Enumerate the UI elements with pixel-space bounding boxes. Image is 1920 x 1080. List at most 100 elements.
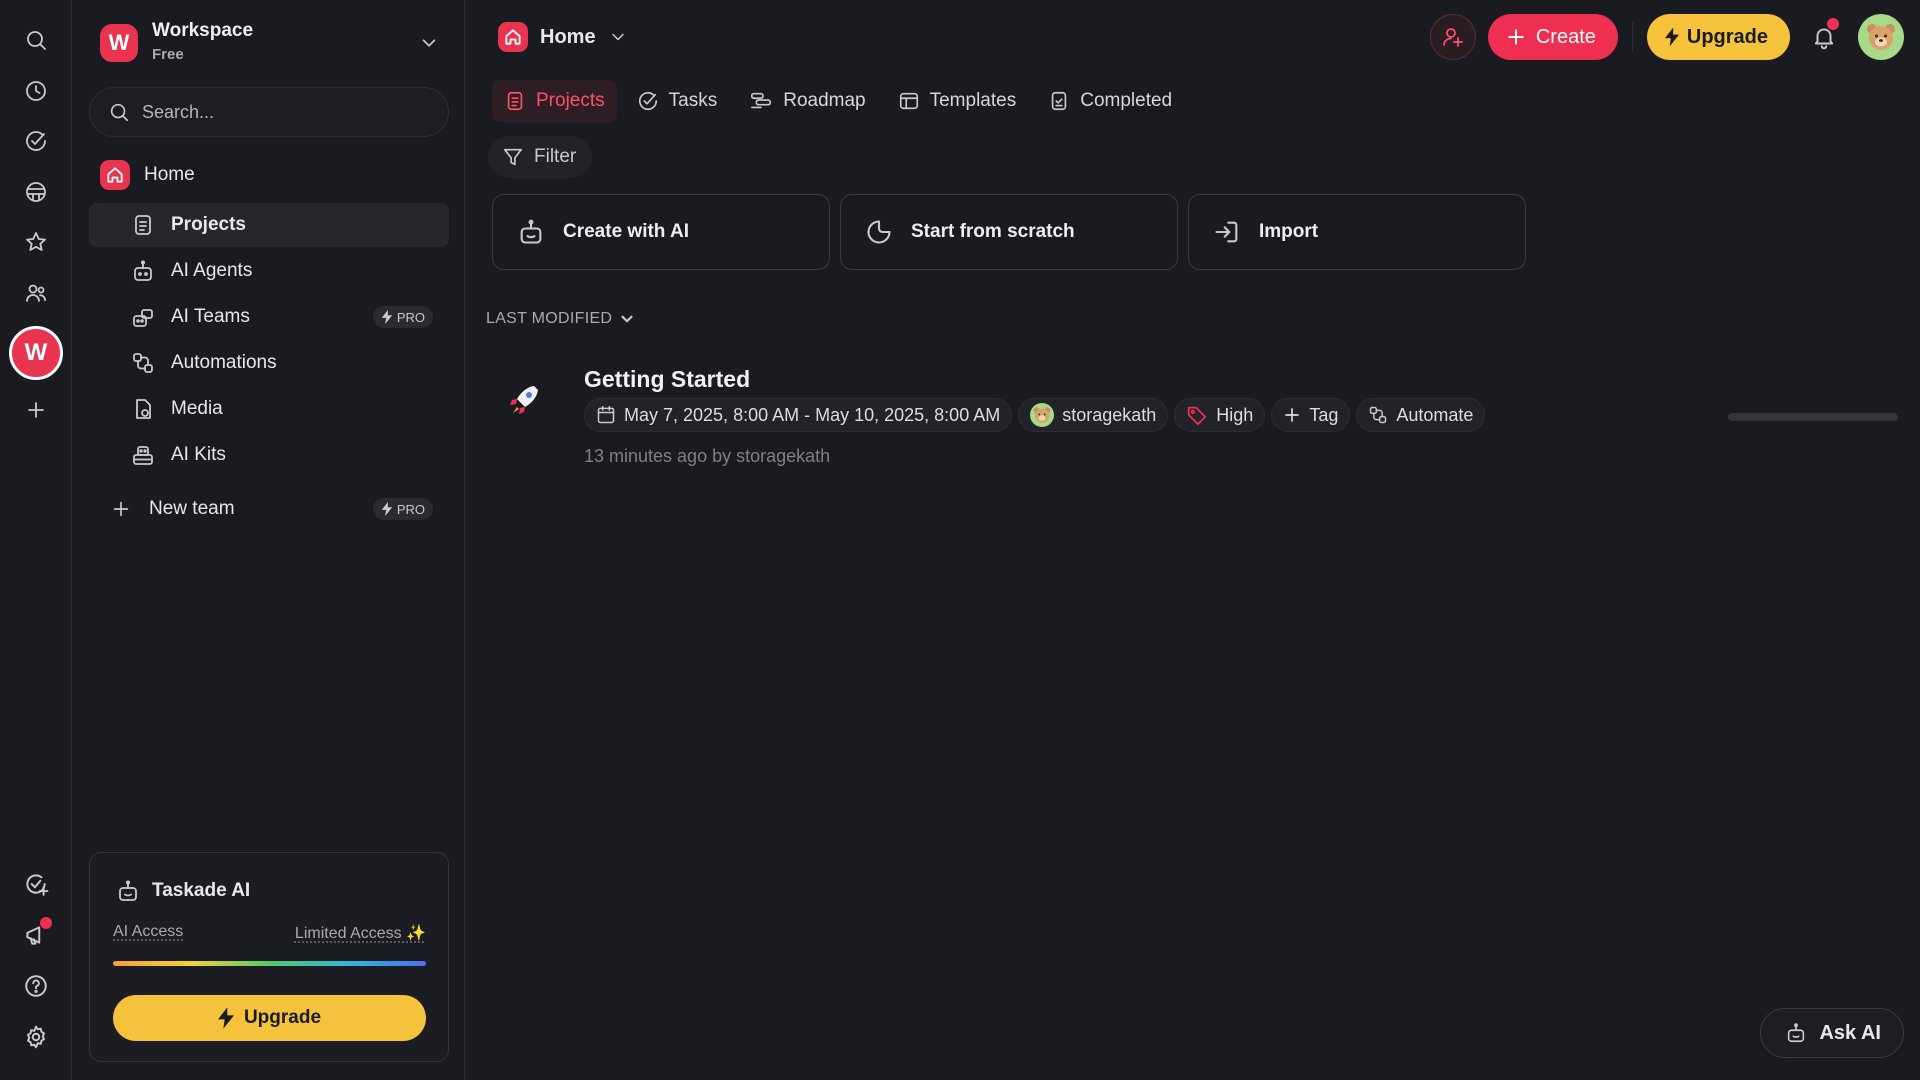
- add-workspace-icon[interactable]: [16, 390, 56, 430]
- project-row[interactable]: Getting Started May 7, 2025, 8:00 AM - M…: [488, 350, 1898, 480]
- filter-label: Filter: [534, 146, 577, 167]
- star-icon[interactable]: [16, 222, 56, 262]
- tab-label: Tasks: [668, 90, 718, 111]
- filter-icon: [503, 148, 523, 166]
- workspace-name: Workspace: [152, 20, 254, 41]
- automation-icon: [1370, 406, 1387, 424]
- media-icon: [129, 395, 157, 423]
- sidebar-item-ai-kits[interactable]: AI Kits: [89, 433, 449, 477]
- chevron-down-icon: [621, 315, 633, 323]
- date-range-label: May 7, 2025, 8:00 AM - May 10, 2025, 8:0…: [624, 404, 1001, 425]
- add-task-icon[interactable]: [16, 864, 56, 904]
- pro-badge-label: PRO: [396, 309, 425, 325]
- sidebar-item-media[interactable]: Media: [89, 387, 449, 431]
- action-label: Create with AI: [563, 221, 689, 242]
- sidebar-item-home[interactable]: Home: [100, 153, 449, 197]
- main-content: Home Create Upgrade Projects Tasks Roadm…: [466, 0, 1920, 1080]
- ai-card-title: Taskade AI: [116, 879, 250, 903]
- kit-icon: [129, 441, 157, 469]
- create-button[interactable]: Create: [1487, 14, 1618, 60]
- lightning-icon: [1664, 27, 1679, 47]
- sidebar-item-automations[interactable]: Automations: [89, 341, 449, 385]
- tab-tasks[interactable]: Tasks: [625, 80, 730, 122]
- sort-dropdown[interactable]: LAST MODIFIED: [486, 310, 636, 328]
- notification-dot: [40, 917, 52, 929]
- search-input[interactable]: [142, 101, 422, 123]
- start-from-scratch-card[interactable]: Start from scratch: [840, 194, 1178, 270]
- workspace-logo-initial: W: [108, 30, 130, 55]
- invite-member-button[interactable]: [1429, 14, 1476, 60]
- template-icon: [899, 92, 918, 110]
- automation-icon: [129, 349, 157, 377]
- help-icon[interactable]: [16, 966, 56, 1006]
- megaphone-icon[interactable]: [16, 915, 56, 955]
- pro-badge-label: PRO: [396, 501, 425, 517]
- search-box[interactable]: [89, 87, 449, 137]
- clock-icon[interactable]: [16, 71, 56, 111]
- settings-icon[interactable]: [16, 1017, 56, 1057]
- robot-icon: [520, 219, 542, 244]
- new-team-button[interactable]: New team PRO: [89, 487, 449, 531]
- tab-roadmap[interactable]: Roadmap: [737, 80, 877, 122]
- priority-chip[interactable]: High: [1174, 398, 1266, 432]
- tag-icon: [1188, 406, 1207, 426]
- sidebar-item-projects[interactable]: Projects: [89, 203, 449, 247]
- header-actions: Create Upgrade: [1429, 14, 1904, 60]
- robot-icon: [129, 257, 157, 285]
- tag-label: Tag: [1309, 404, 1339, 425]
- project-meta: 13 minutes ago by storagekath: [584, 446, 831, 466]
- workspace-switcher[interactable]: W Workspace Free: [100, 18, 440, 68]
- workspace-initial: W: [24, 339, 48, 366]
- plus-icon: [1508, 29, 1524, 45]
- user-avatar[interactable]: [1858, 14, 1904, 60]
- upgrade-label: Upgrade: [243, 1007, 322, 1028]
- date-range-chip[interactable]: May 7, 2025, 8:00 AM - May 10, 2025, 8:0…: [584, 398, 1013, 432]
- calendar-icon[interactable]: [16, 172, 56, 212]
- assignee-chip[interactable]: storagekath: [1018, 398, 1169, 432]
- check-circle-icon[interactable]: [16, 121, 56, 161]
- breadcrumb-label: Home: [540, 25, 596, 48]
- breadcrumb-home[interactable]: Home: [498, 22, 628, 52]
- ai-access-value[interactable]: Limited Access ✨: [295, 923, 426, 943]
- tab-projects[interactable]: Projects: [492, 80, 617, 122]
- create-with-ai-card[interactable]: Create with AI: [492, 194, 830, 270]
- project-title[interactable]: Getting Started: [584, 366, 750, 393]
- robot-team-icon: [129, 303, 157, 331]
- document-icon: [129, 211, 157, 239]
- filter-button[interactable]: Filter: [488, 136, 593, 178]
- tab-templates[interactable]: Templates: [886, 80, 1029, 122]
- tab-label: Roadmap: [783, 90, 866, 111]
- import-card[interactable]: Import: [1188, 194, 1526, 270]
- pro-badge: PRO: [372, 498, 433, 520]
- sidebar-item-label: Media: [171, 398, 223, 419]
- add-tag-chip[interactable]: Tag: [1271, 398, 1351, 432]
- pro-badge: PRO: [372, 306, 433, 328]
- sidebar-item-ai-teams[interactable]: AI Teams PRO: [89, 295, 449, 339]
- sidebar-item-label: AI Agents: [171, 260, 253, 281]
- tab-completed[interactable]: Completed: [1036, 80, 1184, 122]
- ai-card-title-text: Taskade AI: [152, 880, 251, 901]
- import-icon: [1215, 221, 1238, 243]
- sidebar-item-ai-agents[interactable]: AI Agents: [89, 249, 449, 293]
- ask-ai-button[interactable]: Ask AI: [1760, 1008, 1904, 1058]
- search-icon[interactable]: [16, 20, 56, 60]
- bear-avatar-icon: [1030, 403, 1055, 427]
- check-circle-icon: [638, 92, 657, 111]
- upgrade-button[interactable]: Upgrade: [1646, 14, 1790, 60]
- ai-access-label[interactable]: AI Access: [113, 923, 183, 943]
- completed-icon: [1051, 91, 1067, 111]
- plus-icon: [1285, 408, 1300, 422]
- project-chips: May 7, 2025, 8:00 AM - May 10, 2025, 8:0…: [584, 398, 1486, 432]
- workspace-plan: Free: [152, 46, 184, 63]
- sidebar-upgrade-button[interactable]: Upgrade: [113, 995, 426, 1041]
- automate-label: Automate: [1396, 404, 1474, 425]
- workspace-avatar[interactable]: W: [9, 326, 63, 380]
- robot-icon: [116, 879, 140, 903]
- people-icon[interactable]: [16, 273, 56, 313]
- chevron-down-icon: [418, 32, 440, 54]
- project-progress-bar: [1728, 413, 1898, 421]
- notifications-button[interactable]: [1802, 15, 1846, 59]
- automate-chip[interactable]: Automate: [1356, 398, 1486, 432]
- assignee-label: storagekath: [1062, 404, 1157, 425]
- icon-rail: W: [0, 0, 72, 1080]
